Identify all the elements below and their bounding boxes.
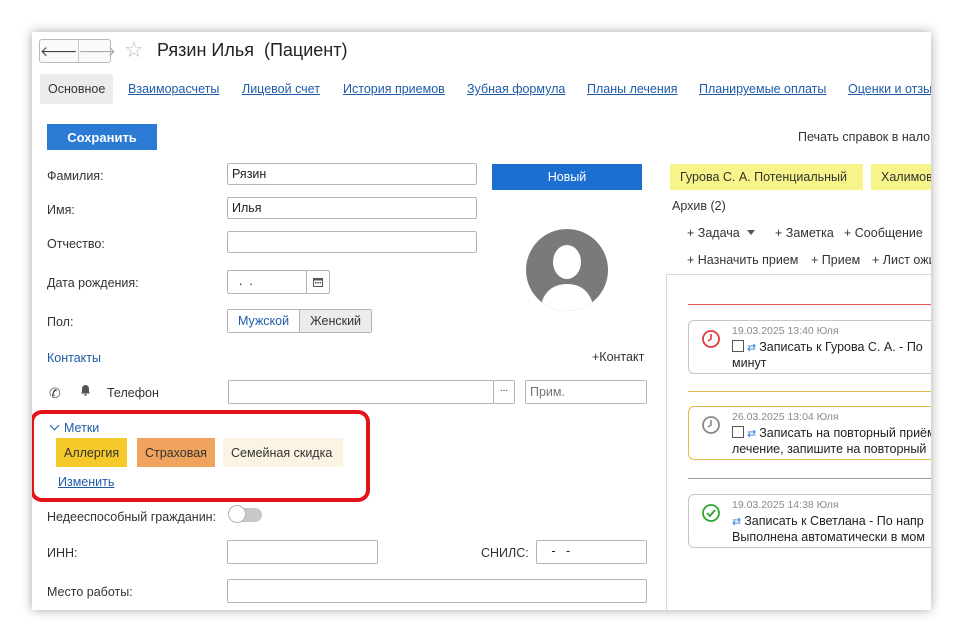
gender-selector: Мужской Женский xyxy=(227,309,373,333)
user-silhouette-icon xyxy=(540,245,594,311)
feed-separator xyxy=(688,304,931,305)
incapable-toggle[interactable] xyxy=(228,505,262,523)
task-meta: 19.03.2025 13:40 Юля xyxy=(732,325,839,337)
tab-settlements[interactable]: Взаиморасчеты xyxy=(128,82,219,96)
tab-ratings[interactable]: Оценки и отзывы xyxy=(848,82,931,96)
last-name-field[interactable]: Рязин xyxy=(227,163,477,185)
phone-more-button[interactable]: ... xyxy=(493,380,515,404)
task-checkbox[interactable] xyxy=(732,340,744,352)
history-nav: 🡐 🡒 xyxy=(39,39,116,63)
snils-label: СНИЛС: xyxy=(481,546,529,560)
add-contact-button[interactable]: +Контакт xyxy=(592,350,644,364)
task-description: лечение, запишите на повторный xyxy=(732,442,927,456)
feed-separator xyxy=(688,391,931,392)
doctor-chip-2[interactable]: Халимова xyxy=(871,164,931,190)
calendar-button[interactable] xyxy=(306,270,330,294)
first-name-field[interactable]: Илья xyxy=(227,197,477,219)
calendar-icon xyxy=(313,278,323,287)
new-photo-button[interactable]: Новый xyxy=(492,164,642,190)
snils-field[interactable]: - - xyxy=(536,540,647,564)
archive-link[interactable]: Архив (2) xyxy=(672,199,726,213)
task-description: Выполнена автоматически в мом xyxy=(732,530,925,544)
incapable-label: Недееспособный гражданин: xyxy=(47,510,217,524)
inn-field[interactable] xyxy=(227,540,378,564)
forward-arrow-icon[interactable]: 🡒 xyxy=(77,40,116,62)
transfer-icon: ⇄ xyxy=(747,342,757,354)
add-message-button[interactable]: + Сообщение xyxy=(844,226,923,240)
add-visit-button[interactable]: + Прием xyxy=(811,253,860,267)
middle-name-field[interactable] xyxy=(227,231,477,253)
phone-field[interactable] xyxy=(228,380,494,404)
phone-label: Телефон xyxy=(107,386,159,400)
task-description: минут xyxy=(732,356,767,370)
tab-visit-history[interactable]: История приемов xyxy=(343,82,445,96)
task-card[interactable]: 19.03.2025 13:40 Юля ⇄ Записать к Гурова … xyxy=(688,320,931,374)
task-checkbox[interactable] xyxy=(732,426,744,438)
doctor-chip[interactable]: Гурова С. А. Потенциальный xyxy=(670,164,863,190)
bell-icon[interactable] xyxy=(80,384,91,399)
tab-planned-payments[interactable]: Планируемые оплаты xyxy=(699,82,826,96)
patient-window: 🡐 🡒 ☆ Рязин Илья (Пациент) Основное Взаи… xyxy=(32,32,931,610)
tab-treatment-plans[interactable]: Планы лечения xyxy=(587,82,678,96)
transfer-icon: ⇄ xyxy=(747,428,757,440)
phone-icon: ✆ xyxy=(49,385,61,401)
add-note-button[interactable]: + Заметка xyxy=(775,226,834,240)
gender-female-option[interactable]: Женский xyxy=(299,310,372,332)
first-name-label: Имя: xyxy=(47,203,75,217)
gender-label: Пол: xyxy=(47,315,74,329)
task-meta: 26.03.2025 13:04 Юля xyxy=(732,411,839,423)
clock-icon xyxy=(702,416,720,434)
last-name-label: Фамилия: xyxy=(47,169,104,183)
task-title: Записать на повторный приём xyxy=(759,426,931,440)
birth-date-field[interactable]: . . xyxy=(227,270,307,294)
tab-dental-formula[interactable]: Зубная формула xyxy=(467,82,565,96)
print-tax-certificates-button[interactable]: Печать справок в налоговую xyxy=(798,130,931,144)
task-title: Записать к Светлана - По напр xyxy=(744,514,924,528)
task-meta: 19.03.2025 14:38 Юля xyxy=(732,499,839,511)
back-arrow-icon[interactable]: 🡐 xyxy=(40,40,78,62)
inn-label: ИНН: xyxy=(47,546,78,560)
feed-separator xyxy=(688,478,931,479)
check-circle-icon xyxy=(702,504,720,522)
tab-main[interactable]: Основное xyxy=(40,74,114,104)
contacts-heading[interactable]: Контакты xyxy=(47,351,101,365)
birth-date-label: Дата рождения: xyxy=(47,276,139,290)
clock-icon xyxy=(702,330,720,348)
caret-down-icon xyxy=(747,230,756,235)
task-card[interactable]: 19.03.2025 14:38 Юля ⇄ Записать к Светлан… xyxy=(688,494,931,548)
highlight-frame xyxy=(32,410,370,502)
page-title: Рязин Илья (Пациент) xyxy=(157,40,348,60)
task-card[interactable]: 26.03.2025 13:04 Юля ⇄ Записать на повтор… xyxy=(688,406,931,460)
middle-name-label: Отчество: xyxy=(47,237,105,251)
schedule-appointment-button[interactable]: + Назначить прием xyxy=(687,253,798,267)
work-label: Место работы: xyxy=(47,585,133,599)
avatar[interactable] xyxy=(526,229,608,311)
save-button[interactable]: Сохранить xyxy=(47,124,157,150)
add-task-label: + Задача xyxy=(687,226,740,240)
add-task-button[interactable]: + Задача xyxy=(687,226,756,240)
gender-male-option[interactable]: Мужской xyxy=(228,310,300,332)
tab-personal-account[interactable]: Лицевой счет xyxy=(242,82,320,96)
work-field[interactable] xyxy=(227,579,647,603)
transfer-icon: ⇄ xyxy=(732,516,742,528)
waiting-list-button[interactable]: + Лист ожидания xyxy=(872,253,931,267)
task-title: Записать к Гурова С. А. - По xyxy=(759,340,923,354)
phone-note-field[interactable] xyxy=(525,380,647,404)
favorite-star-icon[interactable]: ☆ xyxy=(124,38,144,62)
